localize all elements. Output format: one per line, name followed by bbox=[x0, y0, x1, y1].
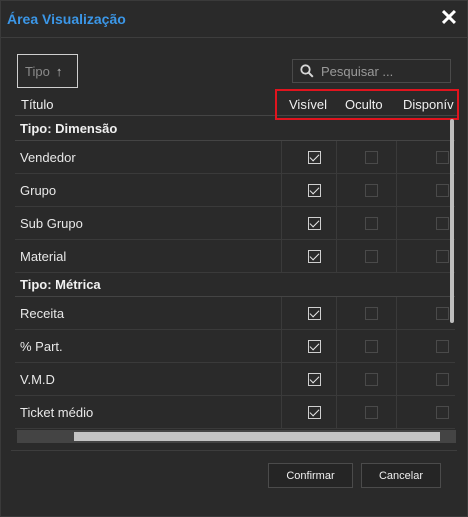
hidden-cell-divider bbox=[336, 363, 337, 396]
visible-cell-divider bbox=[281, 240, 282, 273]
available-checkbox[interactable] bbox=[436, 406, 449, 419]
confirm-button[interactable]: Confirmar bbox=[268, 463, 353, 488]
visible-checkbox[interactable] bbox=[308, 217, 321, 230]
visible-checkbox[interactable] bbox=[308, 373, 321, 386]
horizontal-scrollbar-thumb[interactable] bbox=[74, 432, 440, 441]
visible-cell-divider bbox=[281, 396, 282, 429]
available-cell-divider bbox=[396, 297, 397, 330]
field-label: V.M.D bbox=[20, 372, 55, 387]
sort-type-button[interactable]: Tipo ↑ bbox=[17, 54, 78, 88]
close-icon[interactable]: ✕ bbox=[439, 6, 459, 30]
available-cell-divider bbox=[396, 330, 397, 363]
hidden-checkbox[interactable] bbox=[365, 250, 378, 263]
visible-checkbox[interactable] bbox=[308, 307, 321, 320]
dialog-title: Área Visualização bbox=[7, 11, 126, 27]
field-row: % Part. bbox=[15, 330, 455, 363]
hidden-checkbox[interactable] bbox=[365, 184, 378, 197]
field-row: V.M.D bbox=[15, 363, 455, 396]
search-icon bbox=[293, 64, 321, 78]
hidden-cell-divider bbox=[336, 207, 337, 240]
available-checkbox[interactable] bbox=[436, 217, 449, 230]
field-label: Material bbox=[20, 249, 67, 264]
field-row: Vendedor bbox=[15, 141, 455, 174]
visible-checkbox[interactable] bbox=[308, 151, 321, 164]
hidden-checkbox[interactable] bbox=[365, 373, 378, 386]
visible-checkbox[interactable] bbox=[308, 250, 321, 263]
group-header: Tipo: Métrica bbox=[15, 273, 455, 297]
field-row: Material bbox=[15, 240, 455, 273]
visible-cell-divider bbox=[281, 330, 282, 363]
hidden-cell-divider bbox=[336, 297, 337, 330]
visible-cell-divider bbox=[281, 297, 282, 330]
available-cell-divider bbox=[396, 141, 397, 174]
vertical-scrollbar[interactable] bbox=[450, 119, 454, 323]
available-checkbox[interactable] bbox=[436, 373, 449, 386]
hidden-cell-divider bbox=[336, 240, 337, 273]
hidden-checkbox[interactable] bbox=[365, 406, 378, 419]
field-label: Receita bbox=[20, 306, 65, 321]
available-checkbox[interactable] bbox=[436, 151, 449, 164]
field-row: Sub Grupo bbox=[15, 207, 455, 240]
field-row: Receita bbox=[15, 297, 455, 330]
field-label: Grupo bbox=[20, 183, 57, 198]
hidden-cell-divider bbox=[336, 174, 337, 207]
field-label: Sub Grupo bbox=[20, 216, 83, 231]
available-checkbox[interactable] bbox=[436, 250, 449, 263]
cancel-button[interactable]: Cancelar bbox=[361, 463, 441, 488]
hidden-checkbox[interactable] bbox=[365, 217, 378, 230]
columns-highlight-box bbox=[275, 89, 459, 120]
hidden-checkbox[interactable] bbox=[365, 307, 378, 320]
available-checkbox[interactable] bbox=[436, 184, 449, 197]
column-title: Título bbox=[21, 97, 54, 112]
search-input[interactable] bbox=[321, 63, 441, 79]
available-cell-divider bbox=[396, 207, 397, 240]
visible-cell-divider bbox=[281, 141, 282, 174]
available-cell-divider bbox=[396, 174, 397, 207]
hidden-cell-divider bbox=[336, 141, 337, 174]
sort-arrow-icon: ↑ bbox=[55, 63, 63, 79]
dialog-header: Área Visualização ✕ bbox=[1, 1, 467, 38]
visible-cell-divider bbox=[281, 207, 282, 240]
hidden-cell-divider bbox=[336, 330, 337, 363]
search-box[interactable] bbox=[292, 59, 451, 83]
field-label: Ticket médio bbox=[20, 405, 94, 420]
visible-cell-divider bbox=[281, 174, 282, 207]
visible-checkbox[interactable] bbox=[308, 184, 321, 197]
available-cell-divider bbox=[396, 363, 397, 396]
visible-checkbox[interactable] bbox=[308, 340, 321, 353]
available-checkbox[interactable] bbox=[436, 307, 449, 320]
available-cell-divider bbox=[396, 240, 397, 273]
visible-cell-divider bbox=[281, 363, 282, 396]
sort-label: Tipo bbox=[25, 63, 50, 79]
field-label: Vendedor bbox=[20, 150, 76, 165]
available-cell-divider bbox=[396, 396, 397, 429]
field-list: Tipo: Dimensão Vendedor Grupo Sub Grupo Mate… bbox=[15, 117, 455, 443]
visualization-dialog: Área Visualização ✕ Tipo ↑ Título Visíve… bbox=[0, 0, 468, 517]
hidden-cell-divider bbox=[336, 396, 337, 429]
visible-checkbox[interactable] bbox=[308, 406, 321, 419]
hidden-checkbox[interactable] bbox=[365, 340, 378, 353]
footer-divider bbox=[11, 450, 457, 451]
field-row: Grupo bbox=[15, 174, 455, 207]
available-checkbox[interactable] bbox=[436, 340, 449, 353]
field-row: Ticket médio bbox=[15, 396, 455, 429]
field-label: % Part. bbox=[20, 339, 63, 354]
hidden-checkbox[interactable] bbox=[365, 151, 378, 164]
group-header: Tipo: Dimensão bbox=[15, 117, 455, 141]
